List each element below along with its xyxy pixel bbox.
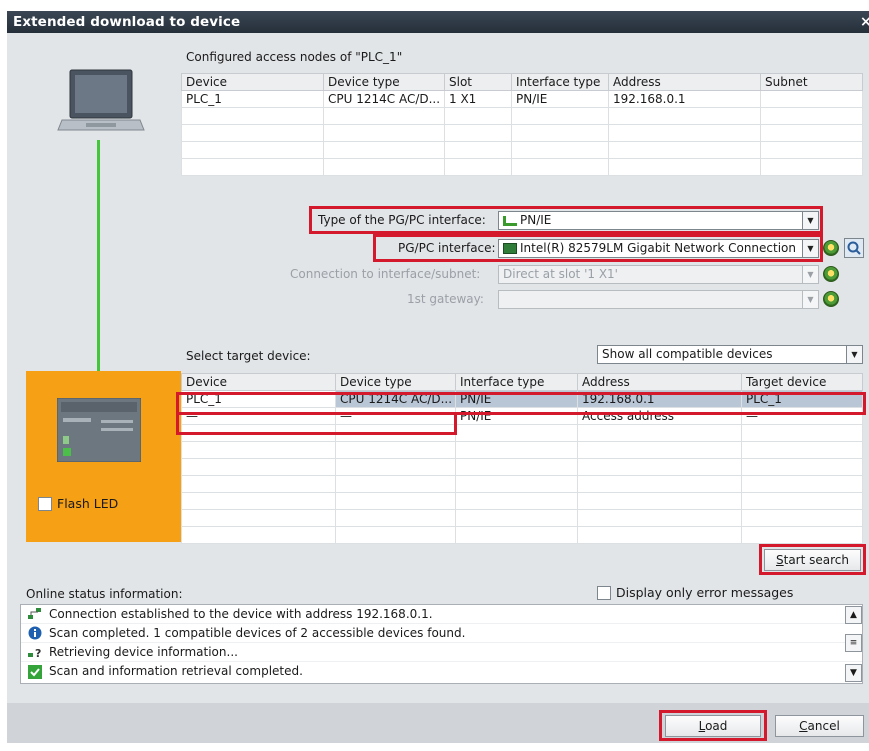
column-header[interactable]: Subnet (760, 73, 863, 91)
status-heading: Online status information: (26, 587, 183, 601)
log-entry: Scan completed. 1 compatible devices of … (21, 624, 862, 643)
empty-row (181, 475, 863, 493)
find-device-button[interactable] (844, 238, 864, 258)
shield-status-icon (823, 291, 839, 307)
column-header[interactable]: Address (608, 73, 761, 91)
log-message: Retrieving device information... (49, 644, 238, 659)
connection-select: Direct at slot '1 X1' ▼ (498, 265, 819, 284)
check-success-icon (27, 664, 43, 679)
chevron-down-icon[interactable]: ▼ (802, 212, 818, 229)
checkbox-box[interactable] (597, 585, 611, 600)
start-search-button[interactable]: Start search (764, 549, 861, 571)
shield-status-icon (823, 266, 839, 282)
column-header[interactable]: Address (577, 373, 742, 391)
log-entry: Connection established to the device wit… (21, 605, 862, 624)
error-only-label: Display only error messages (616, 585, 794, 600)
device-row-highlight (176, 412, 457, 435)
empty-row (181, 458, 863, 476)
device-filter-select[interactable]: Show all compatible devices ▼ (597, 345, 863, 364)
chevron-down-icon: ▼ (802, 266, 818, 283)
log-entry: ? Retrieving device information... (21, 643, 862, 662)
laptop-icon (57, 69, 145, 131)
chevron-down-icon: ▼ (802, 291, 818, 308)
target-device-heading: Select target device: (186, 349, 311, 363)
error-only-checkbox[interactable]: Display only error messages (597, 585, 793, 600)
flash-led-label: Flash LED (57, 496, 119, 511)
network-card-icon (503, 243, 517, 254)
log-message: Scan and information retrieval completed… (49, 664, 303, 678)
pgpc-interface-value: Intel(R) 82579LM Gigabit Network Connect… (520, 241, 796, 255)
window-title: Extended download to device (7, 11, 869, 33)
log-message: Connection established to the device wit… (49, 606, 433, 621)
column-header[interactable]: Device type (335, 373, 456, 391)
cell: 192.168.0.1 (608, 90, 761, 108)
interface-type-label: Type of the PG/PC interface: (318, 213, 486, 227)
log-message: Scan completed. 1 compatible devices of … (49, 625, 466, 640)
device-filter-value: Show all compatible devices (602, 347, 773, 361)
column-header[interactable]: Target device (741, 373, 863, 391)
cell: 1 X1 (444, 90, 512, 108)
empty-row (181, 526, 863, 544)
search-icon (847, 241, 861, 255)
configured-nodes-table: Device Device type Slot Interface type A… (181, 73, 863, 176)
gateway-label: 1st gateway: (407, 292, 484, 306)
close-icon[interactable]: × (860, 11, 869, 33)
column-header[interactable]: Interface type (455, 373, 578, 391)
plc-device-icon (57, 398, 141, 462)
cell: CPU 1214C AC/D... (323, 90, 445, 108)
column-header[interactable]: Slot (444, 73, 512, 91)
cell (760, 90, 863, 108)
log-entry: Scan and information retrieval completed… (21, 662, 862, 681)
pn-ie-network-icon (503, 215, 517, 226)
column-header[interactable]: Interface type (511, 73, 609, 91)
flash-led-checkbox[interactable]: Flash LED (38, 496, 118, 511)
connection-value: Direct at slot '1 X1' (503, 267, 618, 281)
retrieve-info-icon: ? (27, 645, 43, 659)
cancel-button[interactable]: Cancel (775, 715, 864, 737)
interface-type-select[interactable]: PN/IE ▼ (498, 211, 819, 230)
empty-row (181, 492, 863, 510)
configured-nodes-heading: Configured access nodes of "PLC_1" (186, 50, 403, 64)
connection-icon (27, 607, 43, 621)
shield-status-icon (823, 240, 839, 256)
scroll-up-button[interactable]: ▲ (845, 606, 862, 624)
empty-row (181, 509, 863, 527)
scroll-down-button[interactable]: ▼ (845, 664, 862, 682)
gateway-select: ▼ (498, 290, 819, 309)
interface-type-value: PN/IE (520, 213, 552, 227)
cell: PN/IE (511, 90, 609, 108)
load-button[interactable]: Load (665, 715, 761, 737)
info-icon (27, 626, 43, 640)
cell: PLC_1 (181, 90, 324, 108)
empty-row (181, 141, 863, 159)
empty-row (181, 107, 863, 125)
table-row[interactable]: PLC_1 CPU 1214C AC/D... 1 X1 PN/IE 192.1… (181, 90, 863, 108)
column-header[interactable]: Device (181, 73, 324, 91)
pgpc-interface-select[interactable]: Intel(R) 82579LM Gigabit Network Connect… (498, 239, 819, 258)
column-header[interactable]: Device type (323, 73, 445, 91)
status-log: Connection established to the device wit… (20, 604, 863, 684)
connection-line (97, 140, 100, 400)
empty-row (181, 124, 863, 142)
empty-row (181, 441, 863, 459)
pgpc-interface-label: PG/PC interface: (398, 241, 496, 255)
scroll-handle[interactable]: ≡ (845, 634, 862, 652)
chevron-down-icon[interactable]: ▼ (846, 346, 862, 363)
connection-label: Connection to interface/subnet: (290, 267, 481, 281)
chevron-down-icon[interactable]: ▼ (802, 240, 818, 257)
column-header[interactable]: Device (181, 373, 336, 391)
svg-text:?: ? (35, 647, 41, 659)
checkbox-box[interactable] (38, 496, 52, 511)
empty-row (181, 158, 863, 176)
